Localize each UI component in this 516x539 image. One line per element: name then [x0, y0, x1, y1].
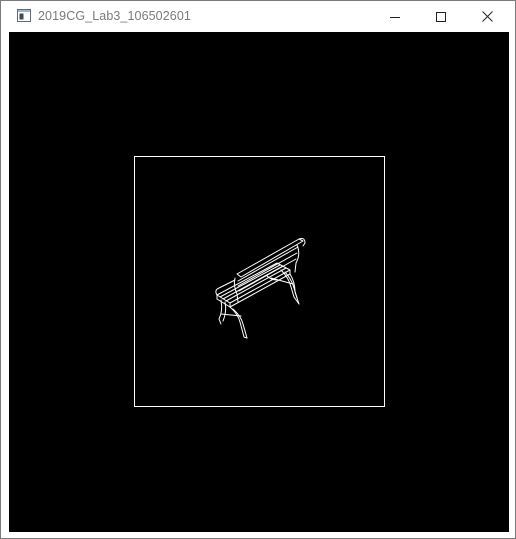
render-canvas[interactable] — [9, 32, 509, 532]
minimize-button[interactable] — [372, 1, 418, 32]
maximize-icon — [436, 11, 446, 22]
app-window-icon[interactable] — [17, 9, 31, 22]
close-icon — [481, 11, 493, 22]
close-button[interactable] — [464, 1, 510, 32]
maximize-button[interactable] — [418, 1, 464, 32]
title-bar[interactable]: 2019CG_Lab3_106502601 — [1, 1, 515, 32]
window-title: 2019CG_Lab3_106502601 — [38, 9, 191, 23]
minimize-icon — [390, 12, 400, 22]
park-bench-wireframe — [215, 238, 306, 339]
app-window: 2019CG_Lab3_106502601 — [0, 0, 516, 539]
